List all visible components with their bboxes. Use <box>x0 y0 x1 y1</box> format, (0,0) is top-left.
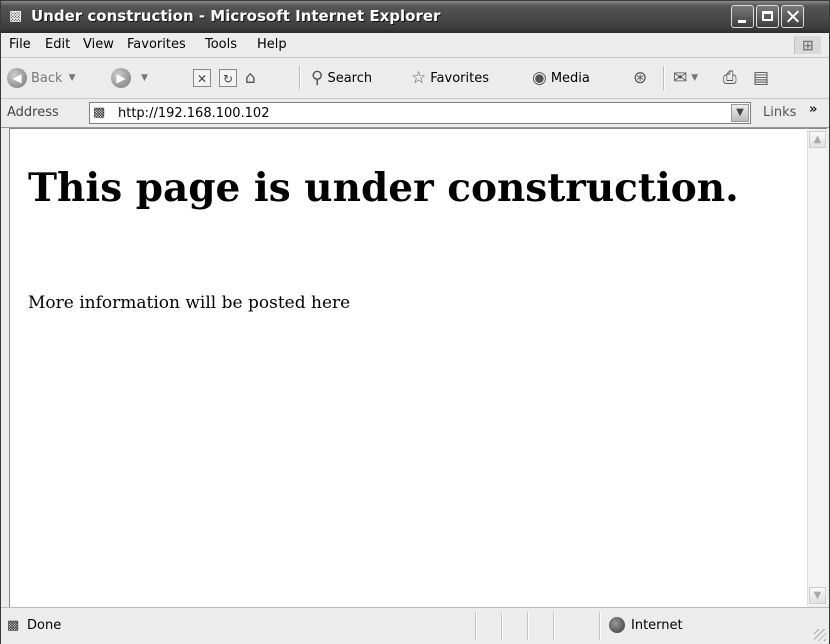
stop-button[interactable]: ✕ <box>193 66 211 90</box>
mail-dropdown-icon: ▼ <box>691 73 699 83</box>
print-icon: ⎙ <box>723 68 737 88</box>
status-bar: ▩ Done Internet <box>1 607 829 644</box>
refresh-button[interactable]: ↻ <box>219 66 237 90</box>
back-label: Back <box>31 70 63 86</box>
media-button[interactable]: ◉ Media <box>532 66 590 90</box>
windows-logo-icon: ⊞ <box>794 36 821 54</box>
scroll-down-icon[interactable]: ▼ <box>809 587 826 604</box>
maximize-button[interactable] <box>756 5 779 28</box>
toolbar-separator <box>663 66 665 90</box>
search-button[interactable]: ⚲ Search <box>311 66 372 90</box>
links-label[interactable]: Links <box>763 105 796 120</box>
back-arrow-icon: ◀ <box>7 68 27 88</box>
scroll-up-icon[interactable]: ▲ <box>809 131 826 148</box>
history-icon: ⊛ <box>633 68 648 88</box>
favorites-label: Favorites <box>430 70 489 86</box>
status-divider <box>475 612 477 640</box>
forward-dropdown-icon: ▼ <box>141 73 148 83</box>
resize-grip-icon[interactable] <box>814 629 826 641</box>
status-divider <box>599 612 601 640</box>
security-zone: Internet <box>631 618 683 633</box>
star-icon: ☆ <box>411 68 427 88</box>
toolbar-separator <box>299 66 301 90</box>
status-divider <box>553 612 555 640</box>
edit-page-icon: ▤ <box>753 68 770 88</box>
window-title: Under construction - Microsoft Internet … <box>31 7 441 25</box>
address-dropdown-icon[interactable]: ▼ <box>731 104 749 122</box>
search-label: Search <box>327 70 373 86</box>
ie-page-icon: ▩ <box>93 105 106 120</box>
menu-favorites[interactable]: Favorites <box>127 37 186 52</box>
menu-help[interactable]: Help <box>257 37 287 52</box>
status-divider <box>527 612 529 640</box>
favorites-button[interactable]: ☆ Favorites <box>411 66 489 90</box>
mail-button[interactable]: ✉ ▼ <box>673 66 698 90</box>
menu-bar: File Edit View Favorites Tools Help ⊞ <box>1 33 829 58</box>
page-paragraph: More information will be posted here <box>28 293 351 313</box>
forward-button[interactable]: ▶ ▼ <box>111 66 148 90</box>
menu-edit[interactable]: Edit <box>45 37 70 52</box>
ie-page-icon: ▩ <box>7 618 20 633</box>
refresh-icon: ↻ <box>219 69 237 87</box>
page-heading: This page is under construction. <box>28 165 739 211</box>
address-label: Address <box>7 105 59 120</box>
address-bar: Address ▩ http://192.168.100.102 ▼ Links… <box>1 99 829 128</box>
address-url[interactable]: http://192.168.100.102 <box>118 106 269 121</box>
title-bar[interactable]: ▩ Under construction - Microsoft Interne… <box>1 1 829 33</box>
stop-icon: ✕ <box>193 69 211 87</box>
media-icon: ◉ <box>532 68 547 88</box>
back-dropdown-icon: ▼ <box>68 73 76 83</box>
menu-tools[interactable]: Tools <box>205 37 237 52</box>
mail-icon: ✉ <box>673 68 688 88</box>
vertical-scrollbar[interactable]: ▲ ▼ <box>807 128 827 606</box>
forward-arrow-icon: ▶ <box>111 68 131 88</box>
status-divider <box>501 612 503 640</box>
browser-window: ▩ Under construction - Microsoft Interne… <box>0 0 830 644</box>
media-label: Media <box>550 70 590 86</box>
menu-view[interactable]: View <box>83 37 114 52</box>
minimize-button[interactable] <box>731 5 754 28</box>
print-button[interactable]: ⎙ <box>723 66 741 90</box>
home-icon: ⌂ <box>245 68 256 88</box>
status-text: Done <box>27 618 62 633</box>
home-button[interactable]: ⌂ <box>245 66 260 90</box>
menu-file[interactable]: File <box>9 37 31 52</box>
search-icon: ⚲ <box>311 68 324 88</box>
ie-page-icon: ▩ <box>9 8 23 24</box>
links-chevron-icon[interactable]: » <box>809 102 817 117</box>
address-input[interactable]: ▩ http://192.168.100.102 ▼ <box>89 102 751 124</box>
edit-button[interactable]: ▤ <box>753 66 773 90</box>
globe-icon <box>609 617 625 633</box>
close-button[interactable] <box>781 5 804 28</box>
history-button[interactable]: ⊛ <box>633 66 651 90</box>
page-content: This page is under construction. More in… <box>9 128 808 607</box>
toolbar: ◀ Back ▼ ▶ ▼ ✕ ↻ ⌂ ⚲ Search ☆ Favorites … <box>1 58 829 99</box>
back-button[interactable]: ◀ Back ▼ <box>7 66 75 90</box>
